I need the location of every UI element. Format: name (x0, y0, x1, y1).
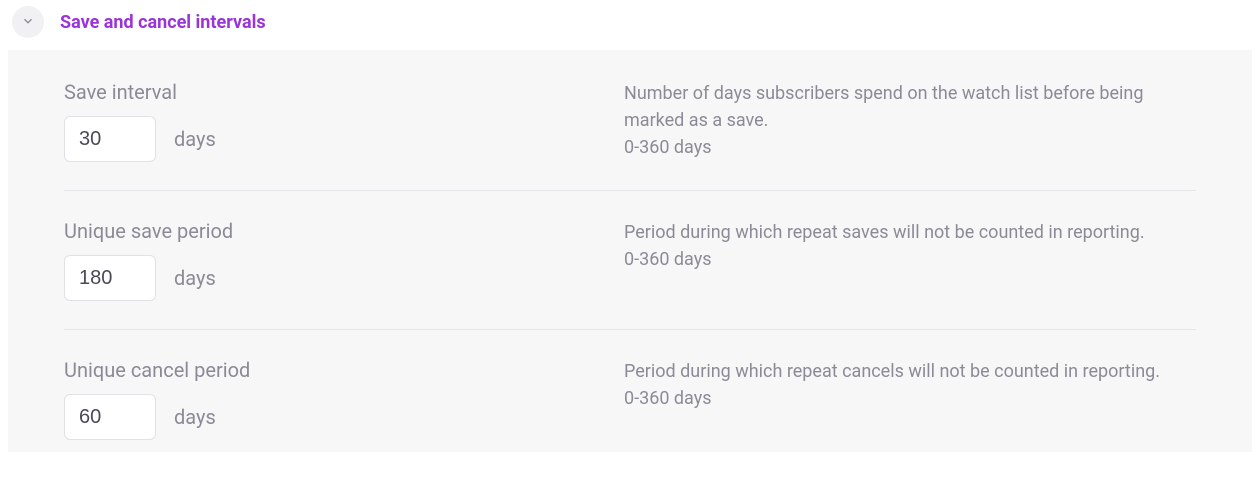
unit-label: days (174, 127, 216, 151)
field-left: Save interval days (64, 80, 584, 162)
unique-cancel-period-label: Unique cancel period (64, 358, 584, 382)
unique-save-period-label: Unique save period (64, 219, 584, 243)
field-right: Period during which repeat saves will no… (624, 219, 1196, 301)
chevron-down-icon (21, 13, 35, 32)
field-left: Unique cancel period days (64, 358, 584, 440)
unique-save-period-description: Period during which repeat saves will no… (624, 219, 1196, 246)
unique-cancel-period-description: Period during which repeat cancels will … (624, 358, 1196, 385)
field-right: Number of days subscribers spend on the … (624, 80, 1196, 162)
input-line: days (64, 255, 584, 301)
save-interval-input[interactable] (64, 116, 156, 162)
section-title: Save and cancel intervals (60, 12, 266, 33)
save-interval-range: 0-360 days (624, 134, 1196, 161)
unit-label: days (174, 405, 216, 429)
save-interval-description: Number of days subscribers spend on the … (624, 80, 1196, 134)
unique-cancel-period-input[interactable] (64, 394, 156, 440)
unique-cancel-period-range: 0-360 days (624, 385, 1196, 412)
section-header: Save and cancel intervals (0, 0, 1260, 50)
settings-panel: Save interval days Number of days subscr… (8, 50, 1252, 452)
save-interval-label: Save interval (64, 80, 584, 104)
unique-save-period-range: 0-360 days (624, 246, 1196, 273)
field-left: Unique save period days (64, 219, 584, 301)
collapse-toggle[interactable] (12, 6, 44, 38)
unique-save-period-input[interactable] (64, 255, 156, 301)
row-save-interval: Save interval days Number of days subscr… (64, 80, 1196, 191)
field-right: Period during which repeat cancels will … (624, 358, 1196, 440)
unit-label: days (174, 266, 216, 290)
input-line: days (64, 394, 584, 440)
row-unique-save-period: Unique save period days Period during wh… (64, 219, 1196, 330)
input-line: days (64, 116, 584, 162)
row-unique-cancel-period: Unique cancel period days Period during … (64, 358, 1196, 440)
